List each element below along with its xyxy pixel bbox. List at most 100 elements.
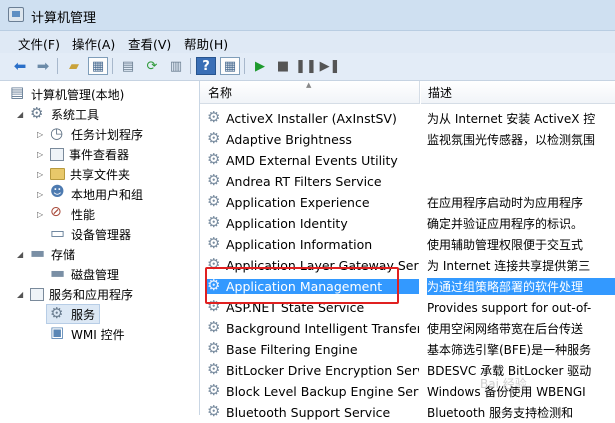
service-row[interactable]: Application Information 使用辅助管理权限便于交互式 (200, 234, 615, 255)
tree-node-shared-folders[interactable]: ▷ 共享文件夹 (37, 164, 130, 184)
service-name: AMD External Events Utility (226, 153, 398, 168)
service-name: Application Experience (226, 195, 370, 210)
expanded-arrow-icon[interactable]: ◢ (17, 290, 27, 299)
service-row[interactable]: Andrea RT Filters Service (200, 171, 615, 192)
forward-icon[interactable]: ➡ (33, 57, 53, 75)
service-row[interactable]: Bluetooth Support Service Bluetooth 服务支持检… (200, 402, 615, 423)
collapsed-arrow-icon[interactable]: ▷ (37, 210, 47, 219)
tree-node-label: 存储 (51, 247, 76, 262)
tree-node-wmi[interactable]: WMI 控件 (50, 323, 125, 344)
service-description: 为 Internet 连接共享提供第三 (427, 259, 591, 273)
service-name-cell[interactable]: AMD External Events Utility (207, 153, 419, 168)
service-name: Adaptive Brightness (226, 132, 352, 147)
device-manager-icon (50, 223, 66, 242)
service-name: Bluetooth Support Service (226, 405, 391, 420)
computer-icon (10, 83, 26, 102)
collapsed-arrow-icon[interactable]: ▷ (37, 190, 47, 199)
service-name-cell[interactable]: Andrea RT Filters Service (207, 174, 419, 189)
service-name-cell[interactable]: Background Intelligent Transfer (207, 321, 419, 336)
collapsed-arrow-icon[interactable]: ▷ (37, 170, 47, 179)
service-name-cell[interactable]: ActiveX Installer (AxInstSV) (207, 111, 419, 126)
service-name: Background Intelligent Transfer (226, 321, 419, 336)
tree-node-performance[interactable]: ▷ 性能 (37, 204, 95, 224)
tree-node-services-apps[interactable]: ◢ 服务和应用程序 (17, 284, 133, 304)
service-name-cell[interactable]: Application Information (207, 237, 419, 252)
service-row[interactable]: Block Level Backup Engine ServWindows 备份… (200, 381, 615, 402)
performance-icon (50, 204, 66, 222)
pause-icon[interactable]: ❚❚ (295, 57, 317, 75)
tree-node-root[interactable]: 计算机管理(本地) (10, 83, 124, 104)
service-row[interactable]: AMD External Events Utility (200, 150, 615, 171)
menu-help[interactable]: 帮助(H) (184, 34, 228, 53)
service-name-cell[interactable]: Base Filtering Engine (207, 342, 419, 357)
tree-node-task-scheduler[interactable]: ▷ 任务计划程序 (37, 124, 143, 144)
stop-icon[interactable]: ■ (273, 57, 293, 75)
tree-node-label: 本地用户和组 (71, 187, 144, 202)
service-name-cell[interactable]: Block Level Backup Engine Serv (207, 384, 419, 399)
toolbar: ⬅ ➡ ▰ ▦ ▤ ⟳ ▥ ? ▦ ▶ ■ ❚❚ ▶❚ (0, 53, 615, 81)
service-gear-icon (207, 132, 222, 147)
service-name: Application Identity (226, 216, 348, 231)
tree-node-label: WMI 控件 (71, 327, 125, 342)
help-icon[interactable]: ? (196, 57, 216, 75)
column-header-description[interactable]: 描述 (421, 81, 615, 104)
tree-node-event-viewer[interactable]: ▷ 事件查看器 (37, 144, 129, 164)
show-hide-tree-icon[interactable]: ▦ (88, 57, 108, 75)
toolbar-separator (244, 58, 245, 74)
service-gear-icon (207, 111, 222, 126)
expanded-arrow-icon[interactable]: ◢ (17, 250, 27, 259)
toolbar-separator (57, 58, 58, 74)
service-gear-icon (207, 216, 222, 231)
back-icon[interactable]: ⬅ (10, 57, 30, 75)
tree-node-label: 性能 (71, 207, 96, 222)
column-header-label: 描述 (428, 85, 453, 100)
properties-icon[interactable]: ▤ (118, 57, 138, 75)
service-row[interactable]: Application Experience 在应用程序启动时为应用程序 (200, 192, 615, 213)
service-name: Base Filtering Engine (226, 342, 358, 357)
service-row[interactable]: Adaptive Brightness 监视氛围光传感器，以检测氛围 (200, 129, 615, 150)
collapsed-arrow-icon[interactable]: ▷ (37, 130, 47, 139)
refresh-icon[interactable]: ⟳ (142, 57, 162, 75)
menu-action[interactable]: 操作(A) (72, 34, 115, 53)
service-name-cell[interactable]: BitLocker Drive Encryption Servi (207, 363, 419, 378)
event-viewer-icon (50, 147, 64, 161)
tree-node-storage[interactable]: ◢ 存储 (17, 243, 76, 264)
service-gear-icon (207, 321, 222, 336)
service-name-cell[interactable]: Application Identity (207, 216, 419, 231)
service-name-cell[interactable]: Adaptive Brightness (207, 132, 419, 147)
export-icon[interactable]: ▥ (166, 57, 186, 75)
tree-node-local-users[interactable]: ▷ 本地用户和组 (37, 184, 143, 204)
tree-node-device-manager[interactable]: 设备管理器 (50, 223, 131, 244)
service-description: Bluetooth 服务支持检测和 (427, 406, 574, 420)
service-name-cell[interactable]: Application Experience (207, 195, 419, 210)
service-row[interactable]: Background Intelligent Transfer 使用空闲网络带宽在… (200, 318, 615, 339)
service-description: 监视氛围光传感器，以检测氛围 (427, 133, 596, 147)
menu-view[interactable]: 查看(V) (128, 34, 171, 53)
users-icon (50, 184, 66, 202)
collapsed-arrow-icon[interactable]: ▷ (37, 150, 47, 159)
up-icon[interactable]: ▰ (64, 57, 84, 75)
service-name-cell[interactable]: Bluetooth Support Service (207, 405, 419, 420)
tree-node-services[interactable]: 服务 (46, 304, 101, 324)
view-icon[interactable]: ▦ (220, 57, 240, 75)
services-list: ▲ 名称 描述 ActiveX Installer (AxInstSV) 为从 I… (200, 81, 615, 420)
restart-icon[interactable]: ▶❚ (320, 57, 341, 75)
service-description: 基本筛选引擎(BFE)是一种服务 (427, 343, 592, 357)
expanded-arrow-icon[interactable]: ◢ (17, 110, 27, 119)
clock-icon (50, 124, 66, 142)
service-row[interactable]: Base Filtering Engine 基本筛选引擎(BFE)是一种服务 (200, 339, 615, 360)
start-icon[interactable]: ▶ (250, 57, 270, 75)
sort-ascending-icon: ▲ (306, 81, 312, 89)
service-name: ActiveX Installer (AxInstSV) (226, 111, 397, 126)
tree-node-system-tools[interactable]: ◢ 系统工具 (17, 104, 99, 124)
service-row[interactable]: Application Identity 确定并验证应用程序的标识。 (200, 213, 615, 234)
console-tree: 计算机管理(本地) ◢ 系统工具 ▷ 任务计划程序 ▷ 事件查看器 ▷ 共享文件… (0, 81, 200, 415)
menu-file[interactable]: 文件(F) (18, 34, 60, 53)
service-row[interactable]: BitLocker Drive Encryption ServiBDESVC 承… (200, 360, 615, 381)
service-gear-icon (207, 363, 222, 378)
tree-node-disk-management[interactable]: 磁盘管理 (50, 263, 119, 284)
column-header-label: 名称 (208, 85, 233, 100)
tree-node-label: 服务和应用程序 (49, 287, 134, 302)
service-row[interactable]: ActiveX Installer (AxInstSV) 为从 Internet … (200, 108, 615, 129)
column-header-name[interactable]: ▲ 名称 (200, 81, 420, 104)
